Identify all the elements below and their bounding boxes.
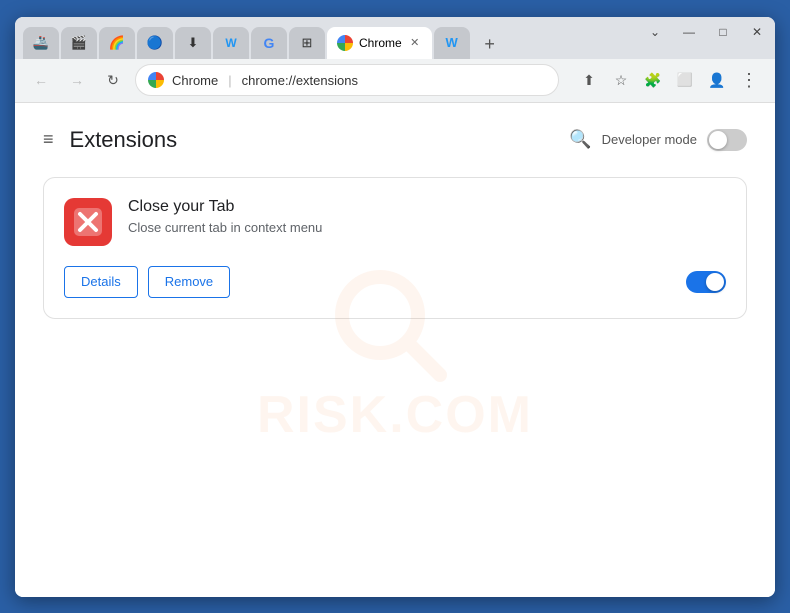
profile-button[interactable]: 👤 xyxy=(703,66,731,94)
extension-info: Close your Tab Close current tab in cont… xyxy=(128,198,726,235)
minimize-button[interactable]: — xyxy=(681,25,697,39)
extension-icon xyxy=(64,198,112,246)
reload-button[interactable]: ↻ xyxy=(99,66,127,94)
tab-7-icon: G xyxy=(261,35,277,51)
tab-7[interactable]: G xyxy=(251,27,287,59)
hamburger-menu-button[interactable]: ≡ xyxy=(43,129,54,150)
tab-6-icon: W xyxy=(223,35,239,51)
share-icon: ⬆ xyxy=(583,72,595,89)
person-icon: 👤 xyxy=(708,72,725,89)
tab-4[interactable]: 🔵 xyxy=(137,27,173,59)
address-bar[interactable]: Chrome | chrome://extensions xyxy=(135,64,559,96)
nav-bar: ← → ↻ Chrome | chrome://extensions ⬆ ☆ 🧩 xyxy=(15,59,775,103)
address-separator: | xyxy=(228,73,231,88)
tab-chrome-active[interactable]: Chrome ✕ xyxy=(327,27,432,59)
close-button[interactable]: ✕ xyxy=(749,25,765,39)
tab-6[interactable]: W xyxy=(213,27,249,59)
tab-3-icon: 🌈 xyxy=(109,35,125,51)
extensions-button[interactable]: 🧩 xyxy=(639,66,667,94)
toolbar-right: ⬆ ☆ 🧩 ⬜ 👤 ⋮ xyxy=(575,66,763,94)
split-view-button[interactable]: ⬜ xyxy=(671,66,699,94)
site-logo xyxy=(148,72,164,88)
dev-mode-label: Developer mode xyxy=(602,132,697,147)
window-controls: ⌄ — □ ✕ xyxy=(647,25,765,39)
watermark-text: RISK.COM xyxy=(257,385,533,445)
browser-window: 🚢 🎬 🌈 🔵 ⬇ W G ⊞ xyxy=(15,17,775,597)
extension-card: Close your Tab Close current tab in cont… xyxy=(43,177,747,319)
developer-mode-toggle[interactable] xyxy=(707,129,747,151)
forward-button[interactable]: → xyxy=(63,66,91,94)
tab-8[interactable]: ⊞ xyxy=(289,27,325,59)
extension-name: Close your Tab xyxy=(128,198,726,216)
puzzle-icon: 🧩 xyxy=(644,72,661,89)
back-button[interactable]: ← xyxy=(27,66,55,94)
tab-10-icon: W xyxy=(444,35,460,51)
star-icon: ☆ xyxy=(615,72,628,89)
address-text: chrome://extensions xyxy=(242,73,358,88)
tab-10[interactable]: W xyxy=(434,27,470,59)
share-button[interactable]: ⬆ xyxy=(575,66,603,94)
bookmark-button[interactable]: ☆ xyxy=(607,66,635,94)
tab-3[interactable]: 🌈 xyxy=(99,27,135,59)
tab-8-icon: ⊞ xyxy=(299,35,315,51)
tab-2-icon: 🎬 xyxy=(71,35,87,51)
ext-header-right: 🔍 Developer mode xyxy=(569,129,747,151)
chrome-logo-tab xyxy=(337,35,353,51)
tab-1[interactable]: 🚢 xyxy=(23,27,59,59)
tab-5-icon: ⬇ xyxy=(185,35,201,51)
extension-enable-toggle[interactable] xyxy=(686,271,726,293)
menu-button[interactable]: ⋮ xyxy=(735,66,763,94)
chevron-icon[interactable]: ⌄ xyxy=(647,25,663,39)
ext-card-bottom: Details Remove xyxy=(64,266,726,298)
page-content: RISK.COM ≡ Extensions 🔍 Developer mode xyxy=(15,103,775,597)
ext-header: ≡ Extensions 🔍 Developer mode xyxy=(15,103,775,169)
ext-card-top: Close your Tab Close current tab in cont… xyxy=(64,198,726,246)
tab-close-btn[interactable]: ✕ xyxy=(408,36,422,50)
extension-description: Close current tab in context menu xyxy=(128,220,726,235)
remove-button[interactable]: Remove xyxy=(148,266,230,298)
brand-label: Chrome xyxy=(172,73,218,88)
tab-1-icon: 🚢 xyxy=(33,35,49,51)
maximize-button[interactable]: □ xyxy=(715,25,731,39)
search-icon[interactable]: 🔍 xyxy=(569,129,591,150)
details-button[interactable]: Details xyxy=(64,266,138,298)
split-icon: ⬜ xyxy=(677,72,693,88)
page-title: Extensions xyxy=(70,127,558,153)
kebab-icon: ⋮ xyxy=(740,70,758,91)
tab-2[interactable]: 🎬 xyxy=(61,27,97,59)
tab-4-icon: 🔵 xyxy=(147,35,163,51)
title-bar: 🚢 🎬 🌈 🔵 ⬇ W G ⊞ xyxy=(15,17,775,59)
close-tab-icon xyxy=(72,206,104,238)
tab-chrome-label: Chrome xyxy=(359,36,402,50)
new-tab-button[interactable]: + xyxy=(476,31,504,59)
tab-5[interactable]: ⬇ xyxy=(175,27,211,59)
